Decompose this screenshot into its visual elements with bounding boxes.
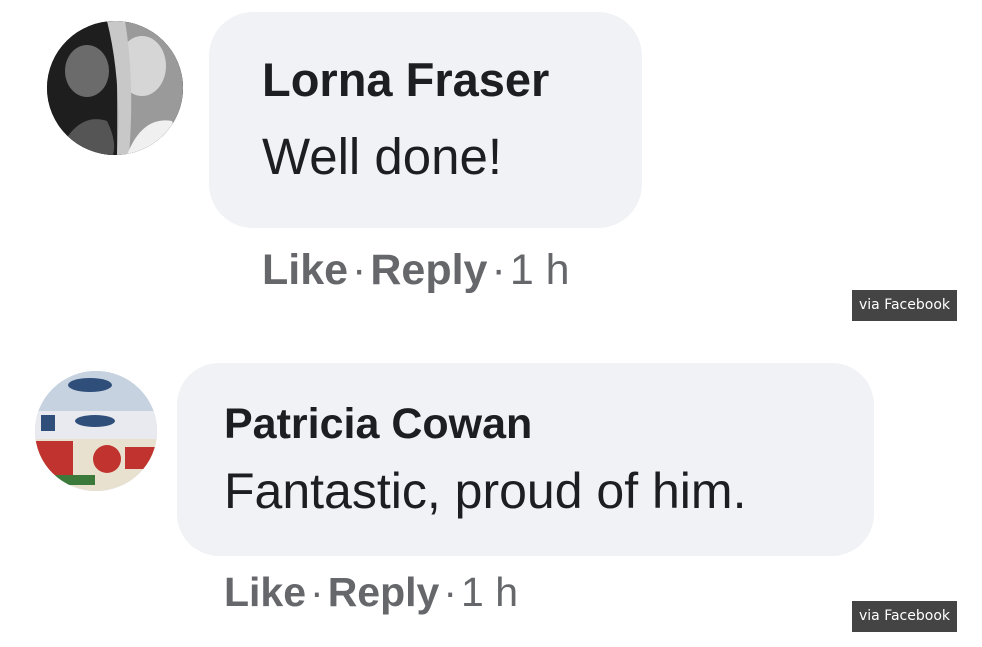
comment-actions: Like·Reply·1 h: [224, 566, 518, 618]
avatar-patricia-cowan[interactable]: [35, 371, 157, 491]
like-link[interactable]: Like: [262, 246, 348, 294]
action-separator: ·: [443, 569, 458, 615]
avatar-lorna-fraser[interactable]: [47, 21, 183, 155]
comment-author[interactable]: Patricia Cowan: [224, 397, 532, 451]
action-separator: ·: [491, 246, 506, 294]
reply-link[interactable]: Reply: [328, 569, 440, 615]
comment-actions: Like·Reply·1 h: [262, 243, 570, 297]
source-badge: via Facebook: [852, 601, 957, 632]
avatar-photo-icon: [35, 371, 157, 491]
comment-text: Well done!: [262, 128, 503, 185]
comment-timestamp[interactable]: 1 h: [461, 569, 518, 615]
action-separator: ·: [352, 246, 367, 294]
action-separator: ·: [310, 569, 324, 615]
comment-bubble: [209, 12, 642, 228]
like-link[interactable]: Like: [224, 569, 306, 615]
comment-author[interactable]: Lorna Fraser: [262, 50, 549, 110]
comment-text: Fantastic, proud of him.: [224, 463, 747, 519]
source-badge: via Facebook: [852, 290, 957, 321]
reply-link[interactable]: Reply: [370, 246, 487, 294]
avatar-photo-icon: [47, 21, 183, 155]
comment-timestamp[interactable]: 1 h: [510, 246, 570, 294]
